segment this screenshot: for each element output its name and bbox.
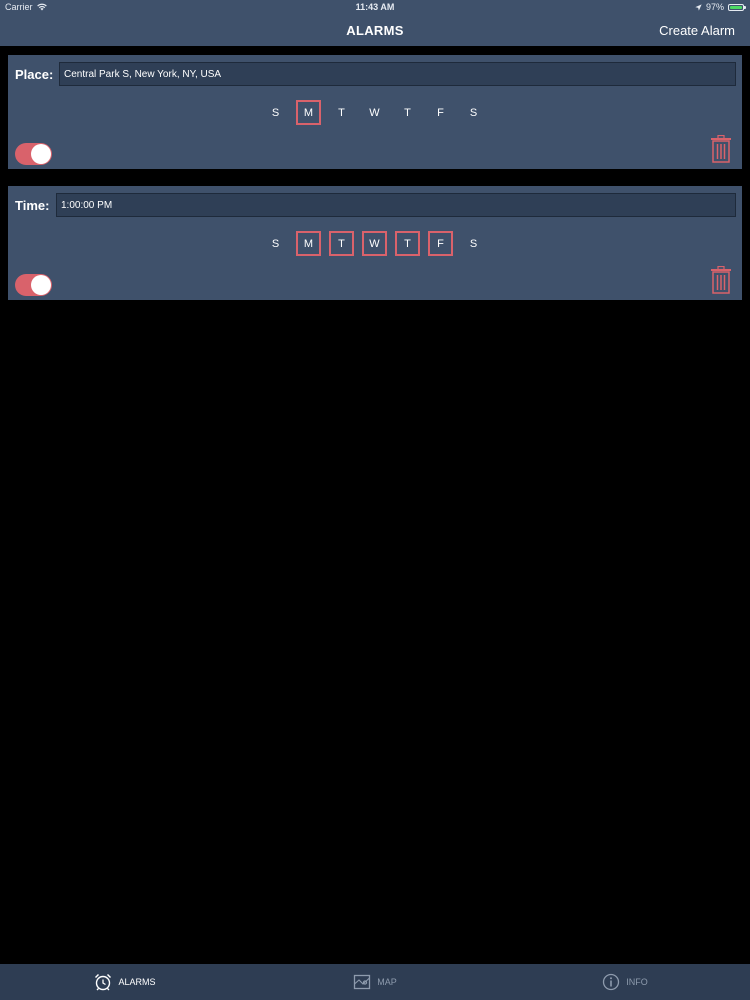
weekday-selector: S M T W T F S: [263, 231, 486, 256]
day-saturday[interactable]: S: [461, 231, 486, 256]
location-arrow-icon: [695, 3, 702, 11]
day-sunday[interactable]: S: [263, 100, 288, 125]
status-right: 97%: [695, 2, 746, 12]
create-alarm-button[interactable]: Create Alarm: [659, 23, 735, 38]
tab-bar: ALARMS MAP INFO: [0, 964, 750, 1000]
day-monday[interactable]: M: [296, 100, 321, 125]
battery-fill: [730, 5, 742, 9]
tab-alarms[interactable]: ALARMS: [0, 964, 250, 1000]
place-label: Place:: [15, 67, 54, 82]
map-icon: [354, 974, 371, 990]
battery-percent: 97%: [705, 2, 724, 12]
alarm-card-place: Place: S M T W T F S: [8, 55, 742, 169]
day-friday[interactable]: F: [428, 231, 453, 256]
day-thursday[interactable]: T: [395, 100, 420, 125]
alarm-card-time: Time: S M T W T F S: [8, 186, 742, 300]
weekday-selector: S M T W T F S: [263, 100, 486, 125]
day-wednesday[interactable]: W: [362, 231, 387, 256]
info-icon: [603, 973, 620, 991]
day-thursday[interactable]: T: [395, 231, 420, 256]
top-bar: Carrier 11:43 AM 97% ALARMS Create Alarm: [0, 0, 750, 46]
toggle-knob: [31, 144, 51, 164]
trash-icon[interactable]: [710, 266, 732, 294]
day-saturday[interactable]: S: [461, 100, 486, 125]
day-tuesday[interactable]: T: [329, 231, 354, 256]
page-title: ALARMS: [346, 23, 404, 38]
status-time: 11:43 AM: [355, 2, 395, 12]
alarm-enabled-toggle[interactable]: [15, 143, 52, 165]
trash-icon[interactable]: [710, 135, 732, 163]
alarm-enabled-toggle[interactable]: [15, 274, 52, 296]
time-input[interactable]: [56, 193, 736, 217]
day-tuesday[interactable]: T: [329, 100, 354, 125]
place-input[interactable]: [59, 62, 736, 86]
tab-map[interactable]: MAP: [250, 964, 500, 1000]
tab-label: ALARMS: [118, 977, 156, 987]
day-sunday[interactable]: S: [263, 231, 288, 256]
time-label: Time:: [15, 198, 50, 213]
tab-label: MAP: [377, 977, 397, 987]
alarm-clock-icon: [95, 974, 112, 991]
toggle-knob: [31, 275, 51, 295]
day-wednesday[interactable]: W: [362, 100, 387, 125]
battery-icon: [728, 3, 746, 11]
tab-info[interactable]: INFO: [500, 964, 750, 1000]
app-screen: Carrier 11:43 AM 97% ALARMS Create Alarm: [0, 0, 750, 1000]
day-monday[interactable]: M: [296, 231, 321, 256]
day-friday[interactable]: F: [428, 100, 453, 125]
tab-label: INFO: [626, 977, 648, 987]
status-bar: Carrier 11:43 AM 97%: [0, 0, 750, 14]
